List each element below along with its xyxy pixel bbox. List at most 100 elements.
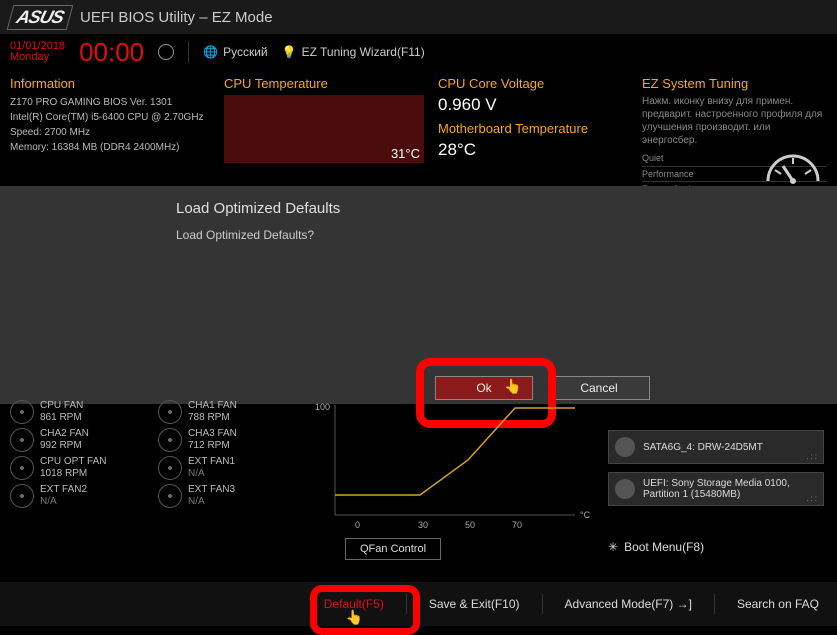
- info-title: Information: [10, 76, 210, 91]
- fan-item: CPU OPT FAN 1018 RPM: [10, 456, 150, 480]
- save-exit-button[interactable]: Save & Exit(F10): [429, 597, 520, 611]
- fan-name: CPU FAN: [40, 400, 83, 412]
- fan-icon: [10, 428, 34, 452]
- voltage-title: CPU Core Voltage: [438, 76, 628, 91]
- fan-icon: [158, 428, 182, 452]
- footer-bar: Default(F5) 👆 Save & Exit(F10) Advanced …: [0, 582, 837, 626]
- fan-icon: [158, 456, 182, 480]
- cpu-temp-graph: 31°C: [224, 95, 424, 163]
- mb-temp-title: Motherboard Temperature: [438, 121, 628, 136]
- top-bar: 01/01/2018 Monday 00:00 🌐 Русский 💡 EZ T…: [0, 34, 837, 70]
- info-line: Intel(R) Core(TM) i5-6400 CPU @ 2.70GHz: [10, 110, 210, 125]
- more-icon[interactable]: .::: [806, 452, 819, 461]
- fan-speed: 992 RPM: [40, 440, 89, 452]
- fan-item: CHA1 FAN 788 RPM: [158, 400, 298, 424]
- globe-icon: 🌐: [203, 45, 218, 59]
- default-button[interactable]: Default(F5) 👆: [324, 597, 384, 611]
- fan-name: CHA3 FAN: [188, 428, 237, 440]
- svg-text:70: 70: [512, 520, 522, 530]
- cpu-temp-title: CPU Temperature: [224, 76, 424, 91]
- bulb-icon: 💡: [282, 45, 297, 59]
- title-bar: ASUS UEFI BIOS Utility – EZ Mode: [0, 0, 837, 34]
- language-selector[interactable]: 🌐 Русский: [203, 45, 267, 59]
- fan-speed: 788 RPM: [188, 412, 237, 424]
- fan-icon: [158, 484, 182, 508]
- separator: [542, 594, 543, 614]
- disc-icon: [615, 479, 635, 499]
- fan-item: CHA2 FAN 992 RPM: [10, 428, 150, 452]
- svg-text:°C: °C: [580, 510, 590, 520]
- fan-icon: [10, 456, 34, 480]
- separator: [406, 594, 407, 614]
- clock: 00:00: [79, 37, 144, 68]
- date-display: 01/01/2018 Monday: [10, 41, 65, 63]
- fan-speed: 1018 RPM: [40, 468, 107, 480]
- fan-icon: [158, 400, 182, 424]
- modal-dialog: [0, 186, 837, 404]
- fan-speed: N/A: [188, 468, 235, 480]
- voltage-value: 0.960 V: [438, 95, 628, 115]
- weekday: Monday: [10, 52, 65, 63]
- svg-text:30: 30: [418, 520, 428, 530]
- tuning-title: EZ System Tuning: [642, 76, 827, 91]
- voltage-panel: CPU Core Voltage 0.960 V Motherboard Tem…: [438, 76, 628, 178]
- arrow-right-icon: →]: [677, 597, 692, 611]
- fan-name: CHA2 FAN: [40, 428, 89, 440]
- modal-title: Load Optimized Defaults: [176, 200, 340, 217]
- fan-item: CHA3 FAN 712 RPM: [158, 428, 298, 452]
- tuning-desc: Нажм. иконку внизу для примен. предварит…: [642, 95, 827, 147]
- fan-speed: N/A: [188, 496, 235, 508]
- fan-name: EXT FAN2: [40, 484, 87, 496]
- fan-speed: 861 RPM: [40, 412, 83, 424]
- fan-name: EXT FAN1: [188, 456, 235, 468]
- app-title: UEFI BIOS Utility – EZ Mode: [80, 9, 273, 26]
- fan-item: EXT FAN1 N/A: [158, 456, 298, 480]
- default-label: Default(F5): [324, 597, 384, 611]
- qfan-control-button[interactable]: QFan Control: [345, 538, 441, 560]
- search-faq-button[interactable]: Search on FAQ: [737, 597, 819, 611]
- fan-speed: N/A: [40, 496, 87, 508]
- more-icon[interactable]: .::: [806, 494, 819, 503]
- boot-menu-label: Boot Menu(F8): [624, 540, 704, 554]
- mb-temp-value: 28°C: [438, 140, 628, 160]
- boot-device-item[interactable]: SATA6G_4: DRW-24D5MT .::: [608, 430, 824, 464]
- fan-status-grid: CPU FAN 861 RPM CHA1 FAN 788 RPM CHA2 FA…: [10, 400, 298, 508]
- boot-device-label: SATA6G_4: DRW-24D5MT: [643, 442, 763, 453]
- information-panel: Information Z170 PRO GAMING BIOS Ver. 13…: [10, 76, 210, 178]
- gauge-icon: [763, 148, 823, 186]
- gear-icon[interactable]: [158, 44, 174, 60]
- modal-message: Load Optimized Defaults?: [176, 228, 314, 242]
- fan-item: EXT FAN3 N/A: [158, 484, 298, 508]
- fan-item: CPU FAN 861 RPM: [10, 400, 150, 424]
- boot-menu-button[interactable]: ✳ Boot Menu(F8): [608, 540, 704, 554]
- fan-name: CHA1 FAN: [188, 400, 237, 412]
- separator: [188, 41, 189, 63]
- svg-text:100: 100: [315, 402, 330, 412]
- fan-curve-chart: 100 °C 0 30 50 70: [310, 400, 590, 530]
- disc-icon: [615, 437, 635, 457]
- star-icon: ✳: [608, 540, 618, 554]
- fan-name: EXT FAN3: [188, 484, 235, 496]
- boot-device-label: UEFI: Sony Storage Media 0100, Partition…: [643, 478, 817, 500]
- boot-device-item[interactable]: UEFI: Sony Storage Media 0100, Partition…: [608, 472, 824, 506]
- advanced-label: Advanced Mode(F7): [565, 597, 674, 611]
- asus-logo: ASUS: [7, 5, 74, 30]
- separator: [714, 594, 715, 614]
- tuning-wizard-button[interactable]: 💡 EZ Tuning Wizard(F11): [282, 45, 425, 59]
- language-label: Русский: [223, 45, 268, 59]
- info-line: Z170 PRO GAMING BIOS Ver. 1301: [10, 95, 210, 110]
- boot-priority-list: SATA6G_4: DRW-24D5MT .:: UEFI: Sony Stor…: [608, 430, 824, 514]
- info-line: Memory: 16384 MB (DDR4 2400MHz): [10, 140, 210, 155]
- tuning-label: EZ Tuning Wizard(F11): [302, 45, 425, 59]
- fan-item: EXT FAN2 N/A: [10, 484, 150, 508]
- cancel-button[interactable]: Cancel: [548, 376, 650, 400]
- fan-icon: [10, 484, 34, 508]
- ok-button[interactable]: Ok: [435, 376, 533, 400]
- fan-icon: [10, 400, 34, 424]
- svg-text:0: 0: [355, 520, 360, 530]
- advanced-mode-button[interactable]: Advanced Mode(F7) →]: [565, 597, 692, 611]
- cursor-icon: 👆: [346, 609, 363, 626]
- svg-text:50: 50: [465, 520, 475, 530]
- fan-name: CPU OPT FAN: [40, 456, 107, 468]
- cpu-temp-value: 31°C: [391, 146, 420, 161]
